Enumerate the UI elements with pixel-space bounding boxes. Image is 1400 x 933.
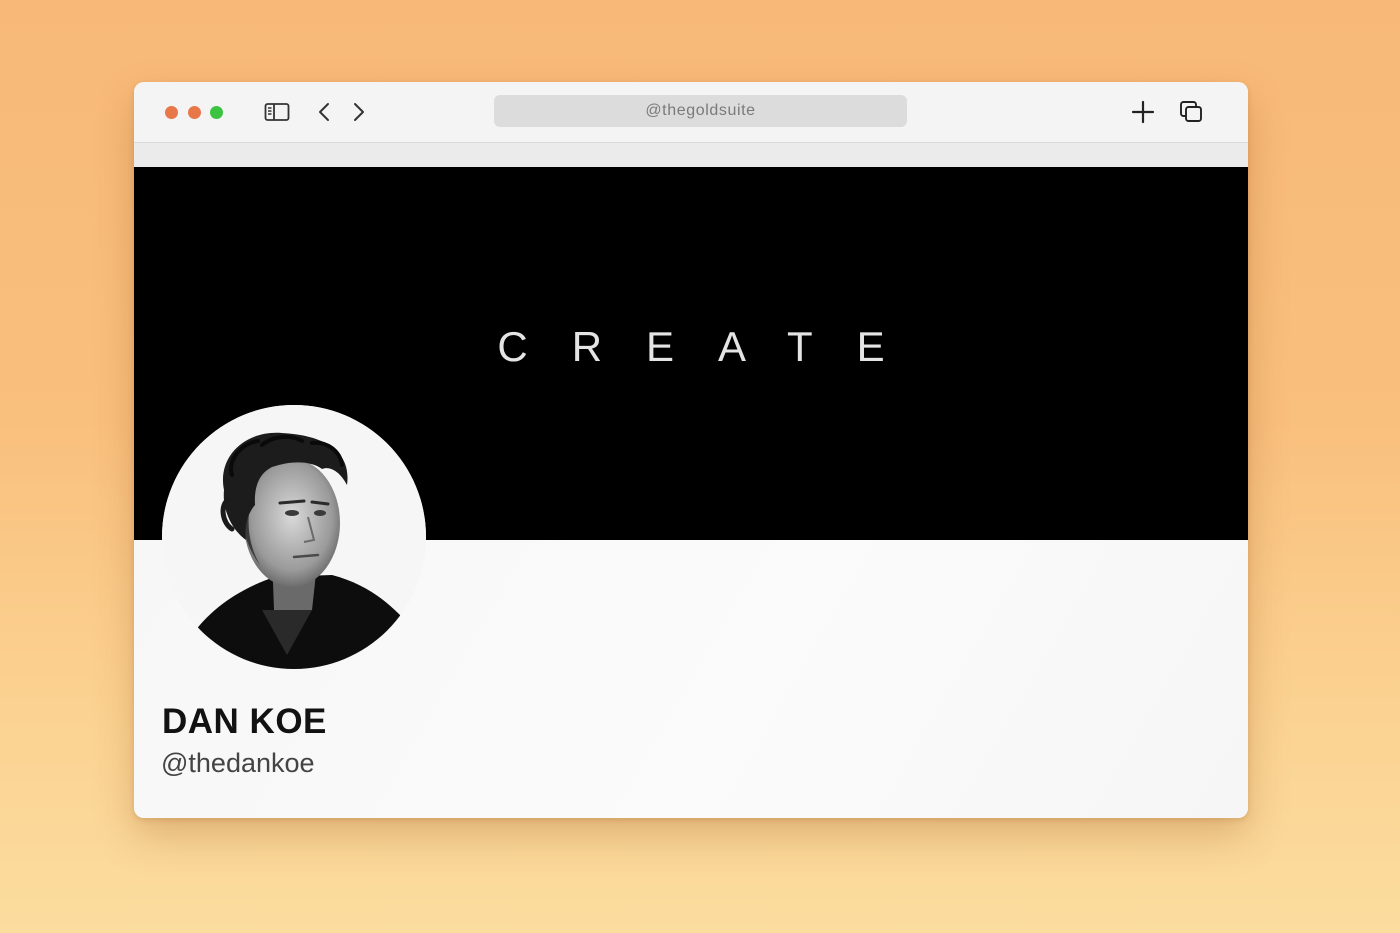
plus-icon xyxy=(1131,100,1155,124)
address-text: @thegoldsuite xyxy=(645,102,756,119)
forward-button[interactable] xyxy=(349,99,369,125)
tabs-overview-icon xyxy=(1180,101,1202,122)
profile-handle: @thedankoe xyxy=(161,748,315,778)
browser-toolbar: @thegoldsuite xyxy=(134,82,1248,142)
close-window-button[interactable] xyxy=(165,106,178,119)
back-button[interactable] xyxy=(314,99,334,125)
tab-overview-button[interactable] xyxy=(1178,99,1206,125)
profile-photo xyxy=(162,405,426,669)
chevron-left-icon xyxy=(319,103,329,121)
maximize-window-button[interactable] xyxy=(210,106,223,119)
tab-strip xyxy=(134,142,1248,167)
chevron-right-icon xyxy=(354,103,364,121)
sidebar-toggle-button[interactable] xyxy=(263,99,291,125)
minimize-window-button[interactable] xyxy=(188,106,201,119)
sidebar-icon xyxy=(264,103,290,121)
profile-name: DAN KOE xyxy=(162,702,327,741)
avatar[interactable] xyxy=(162,405,426,669)
address-bar[interactable]: @thegoldsuite xyxy=(494,95,907,127)
new-tab-button[interactable] xyxy=(1130,99,1156,125)
browser-window: @thegoldsuite CREATE DAN KOE @thedankoe xyxy=(134,82,1248,818)
banner-word: CREATE xyxy=(497,323,929,370)
